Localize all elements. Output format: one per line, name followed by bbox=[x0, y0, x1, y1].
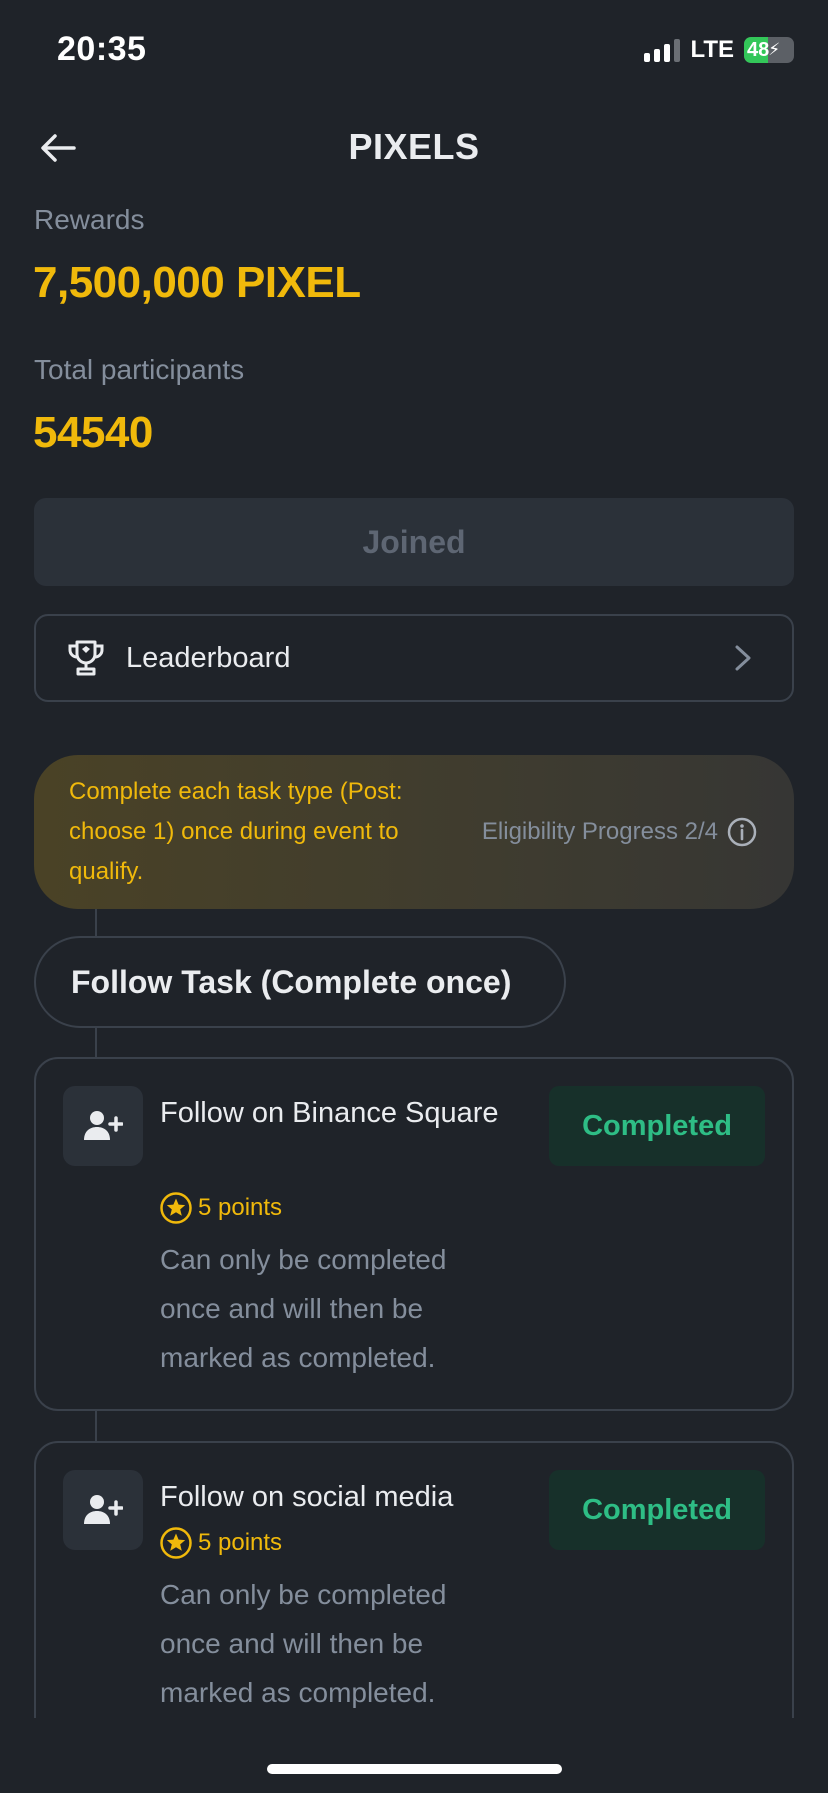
network-label: LTE bbox=[690, 36, 734, 63]
status-time: 20:35 bbox=[57, 30, 147, 68]
battery-icon: 48 ⚡ bbox=[744, 37, 794, 63]
eligibility-progress-label: Eligibility Progress 2/4 bbox=[481, 818, 718, 845]
joined-button[interactable]: Joined bbox=[34, 498, 794, 586]
signal-icon bbox=[644, 38, 681, 62]
leaderboard-row[interactable]: Leaderboard bbox=[34, 614, 794, 702]
task-title: Follow on Binance Square bbox=[160, 1097, 499, 1129]
eligibility-notice: Complete each task type (Post: choose 1)… bbox=[34, 755, 794, 909]
participants-label: Total participants bbox=[34, 354, 245, 385]
home-indicator[interactable] bbox=[267, 1764, 562, 1774]
page-title: PIXELS bbox=[348, 126, 480, 167]
add-user-icon bbox=[63, 1470, 143, 1550]
trophy-icon bbox=[64, 636, 108, 680]
task-description: Can only be completed once and will then… bbox=[160, 1579, 447, 1708]
timeline-connector bbox=[95, 1411, 97, 1441]
star-icon bbox=[160, 1527, 192, 1559]
notice-text: Complete each task type (Post: choose 1)… bbox=[69, 778, 403, 885]
task-points: 5 points bbox=[160, 1527, 282, 1559]
status-bar: 20:35 LTE 48 ⚡ bbox=[0, 0, 828, 100]
star-icon bbox=[160, 1192, 192, 1224]
eligibility-progress[interactable]: Eligibility Progress 2/4 bbox=[482, 755, 758, 909]
task-description: Can only be completed once and will then… bbox=[160, 1244, 447, 1373]
task-points: 5 points bbox=[160, 1192, 282, 1224]
info-icon[interactable] bbox=[726, 816, 758, 848]
rewards-value: 7,500,000 PIXEL bbox=[33, 258, 361, 307]
header: PIXELS bbox=[0, 112, 828, 182]
task-card: Follow on Binance Square 5 points Can on… bbox=[34, 1057, 794, 1411]
battery-percent: 48 bbox=[747, 38, 770, 61]
participants-value: 54540 bbox=[33, 408, 153, 457]
screen: 20:35 LTE 48 ⚡ PIXELS Rewards 7,500,000 … bbox=[0, 0, 828, 1793]
leaderboard-label: Leaderboard bbox=[126, 641, 291, 674]
add-user-icon bbox=[63, 1086, 143, 1166]
timeline-connector bbox=[95, 909, 97, 936]
timeline-connector bbox=[95, 1028, 97, 1057]
rewards-label: Rewards bbox=[34, 204, 145, 235]
task-status-button[interactable]: Completed bbox=[549, 1086, 765, 1166]
chevron-right-icon bbox=[728, 643, 758, 673]
status-indicators: LTE 48 ⚡ bbox=[644, 36, 794, 64]
charging-bolt-icon: ⚡ bbox=[768, 40, 781, 59]
bottom-safe-area bbox=[0, 1718, 828, 1793]
task-group-title: Follow Task (Complete once) bbox=[34, 936, 566, 1028]
task-points-label: 5 points bbox=[198, 1194, 283, 1221]
task-points-label: 5 points bbox=[198, 1529, 283, 1556]
task-status-button[interactable]: Completed bbox=[549, 1470, 765, 1550]
task-title: Follow on social media bbox=[160, 1481, 454, 1513]
